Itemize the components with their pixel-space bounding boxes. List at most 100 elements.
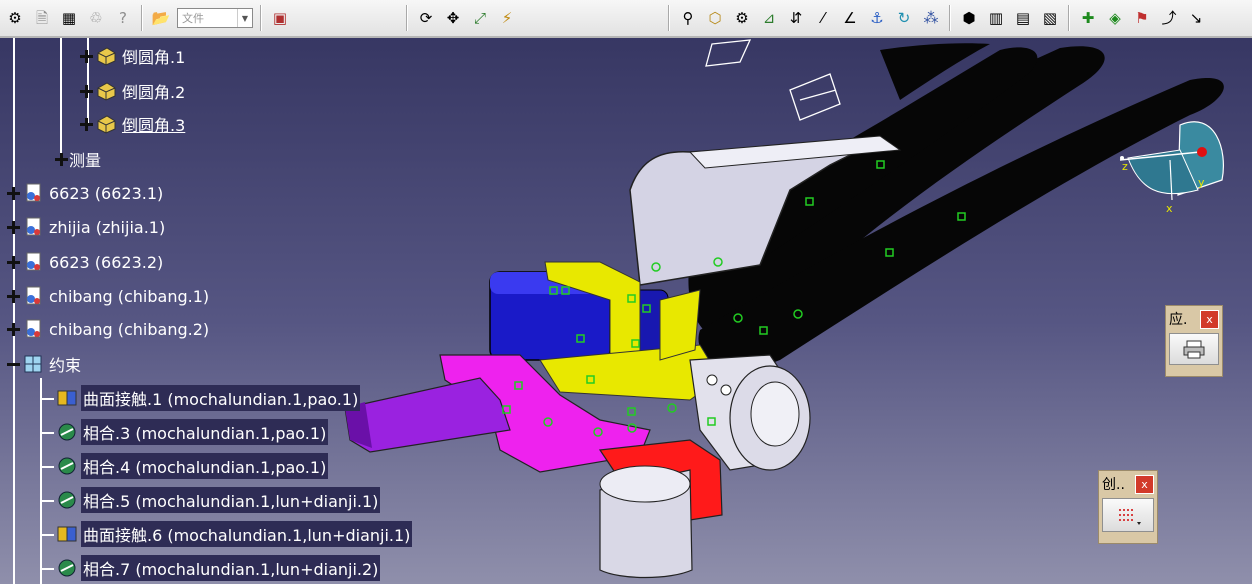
fillet-icon [97, 47, 116, 66]
snap-icon[interactable]: ⚡ [496, 7, 518, 29]
main-toolbar: ⚙ 🗎 ▦ ♲ ? 📂 文件 ▼ ▣ ⟳ ✥ ⤢ ⚡ ⚲ ⬡ ⚙ ⊿ ⇵ ⁄ ∠… [0, 0, 1252, 38]
toolbar-separator [260, 5, 262, 31]
fix-icon[interactable]: ⚓ [866, 7, 888, 29]
expand-icon[interactable] [7, 255, 20, 269]
rotate-icon[interactable]: ◈ [1104, 7, 1126, 29]
toolbar-separator [406, 5, 408, 31]
tree-item-fillet-3[interactable]: 倒圆角.3 [80, 109, 187, 139]
update-icon[interactable]: ⟳ [415, 7, 437, 29]
smart-move-icon[interactable]: ⤴ [1158, 7, 1180, 29]
tree-label: 测量 [69, 151, 102, 170]
bottom-cylinder [599, 465, 693, 579]
tree-item-coincidence[interactable]: 相合.3 (mochalundian.1,pao.1) [54, 417, 329, 447]
tree-label: 倒圆角.1 [122, 48, 186, 67]
product-icon[interactable]: ⬡ [704, 7, 726, 29]
tree-item-constraints[interactable]: 约束 [7, 349, 83, 379]
expand-icon[interactable] [7, 186, 20, 200]
create-button[interactable] [1102, 498, 1154, 532]
compass-z-label: z [1122, 160, 1128, 173]
toolbar-separator [1068, 5, 1070, 31]
tree-item-fillet-2[interactable]: 倒圆角.2 [80, 76, 187, 106]
expand-icon[interactable] [80, 49, 93, 63]
angle-icon[interactable]: ∠ [839, 7, 861, 29]
snap-move-icon[interactable]: ⚑ [1131, 7, 1153, 29]
tree-item-coincidence[interactable]: 相合.5 (mochalundian.1,lun+dianji.1) [54, 485, 381, 515]
tree-item-product[interactable]: chibang (chibang.1) [7, 281, 211, 311]
offset-icon[interactable]: ⁄ [812, 7, 834, 29]
expand-icon[interactable] [55, 152, 68, 166]
product-icon [26, 286, 41, 305]
tree-label: 曲面接触.1 (mochalundian.1,pao.1) [81, 385, 361, 411]
tree-item-surface-contact[interactable]: 曲面接触.1 (mochalundian.1,pao.1) [54, 383, 361, 413]
surface-contact-icon [57, 526, 77, 542]
apply-button[interactable] [1169, 333, 1219, 365]
expand-icon[interactable] [7, 289, 20, 303]
expand-icon[interactable] [7, 322, 20, 336]
file-combo[interactable]: 文件 ▼ [177, 8, 253, 28]
macro-icon[interactable]: ♲ [85, 7, 107, 29]
part-icon[interactable]: ⚙ [731, 7, 753, 29]
tree-item-product[interactable]: chibang (chibang.2) [7, 314, 211, 344]
tree-label: 相合.7 (mochalundian.1,lun+dianji.2) [81, 555, 381, 581]
explode-icon[interactable]: ⬢ [958, 7, 980, 29]
product-icon [26, 319, 41, 338]
help-icon[interactable]: ? [112, 7, 134, 29]
coincidence-icon [58, 423, 76, 441]
create-palette[interactable]: 创.. x [1098, 470, 1158, 544]
product-icon [26, 183, 41, 202]
file-combo-text: 文件 [182, 12, 204, 25]
distance-icon[interactable]: ▧ [1039, 7, 1061, 29]
tree-label: 倒圆角.2 [122, 83, 186, 102]
tree-label: 约束 [49, 356, 82, 375]
coincidence-icon [58, 491, 76, 509]
expand-arrow-icon[interactable]: ↘ [1185, 7, 1207, 29]
fix-together-icon[interactable]: ⁂ [920, 7, 942, 29]
fit-all-icon[interactable]: ⤢ [469, 7, 491, 29]
tree-label: 6623 (6623.1) [49, 183, 164, 203]
expand-icon[interactable] [80, 84, 93, 98]
tree-item-product[interactable]: zhijia (zhijia.1) [7, 212, 167, 242]
tree-item-coincidence[interactable]: 相合.4 (mochalundian.1,pao.1) [54, 451, 329, 481]
tree-item-coincidence[interactable]: 相合.7 (mochalundian.1,lun+dianji.2) [54, 553, 381, 583]
close-icon[interactable]: x [1200, 309, 1219, 329]
tree-label: 倒圆角.3 [122, 116, 186, 135]
tree-label: zhijia (zhijia.1) [49, 217, 166, 237]
properties-icon[interactable]: ⚙ [4, 7, 26, 29]
surface-contact-icon [57, 390, 77, 406]
tree-item-surface-contact[interactable]: 曲面接触.6 (mochalundian.1,lun+dianji.1) [54, 519, 413, 549]
tree-label: 6623 (6623.2) [49, 252, 164, 272]
coincidence-icon [58, 559, 76, 577]
open-folder-icon[interactable]: 📂 [150, 7, 172, 29]
contact-icon[interactable]: ⇵ [785, 7, 807, 29]
expand-icon[interactable] [80, 117, 93, 131]
tools-icon[interactable]: ▦ [58, 7, 80, 29]
catalog-icon[interactable]: ▣ [269, 7, 291, 29]
product-icon [26, 252, 41, 271]
section-icon[interactable]: ▤ [1012, 7, 1034, 29]
expand-icon[interactable] [7, 220, 20, 234]
existing-component-icon[interactable]: ⚲ [677, 7, 699, 29]
palette-title: 应. [1169, 312, 1188, 328]
tree-item-product[interactable]: 6623 (6623.2) [7, 247, 165, 277]
printer-icon [1183, 340, 1205, 359]
tree-item-measure[interactable]: 测量 [55, 144, 103, 174]
clash-icon[interactable]: ▥ [985, 7, 1007, 29]
tree-label: 相合.5 (mochalundian.1,lun+dianji.1) [81, 487, 381, 513]
tree-item-product[interactable]: 6623 (6623.1) [7, 178, 165, 208]
chevron-down-icon[interactable]: ▼ [237, 9, 252, 27]
compass-y-label: y [1198, 176, 1205, 189]
tree-item-fillet-1[interactable]: 倒圆角.1 [80, 41, 187, 71]
compass-x-label: x [1166, 202, 1173, 215]
toolbar-separator [141, 5, 143, 31]
pattern-icon [1119, 509, 1141, 525]
apply-palette[interactable]: 应. x [1165, 305, 1223, 377]
reuse-pattern-icon[interactable]: ↻ [893, 7, 915, 29]
close-icon[interactable]: x [1135, 474, 1154, 494]
collapse-icon[interactable] [7, 358, 20, 371]
pan-icon[interactable]: ✚ [1077, 7, 1099, 29]
toolbar-separator [668, 5, 670, 31]
manipulate-icon[interactable]: ✥ [442, 7, 464, 29]
coincidence-icon[interactable]: ⊿ [758, 7, 780, 29]
new-doc-icon[interactable]: 🗎 [31, 7, 53, 29]
tree-label: chibang (chibang.1) [49, 286, 210, 306]
